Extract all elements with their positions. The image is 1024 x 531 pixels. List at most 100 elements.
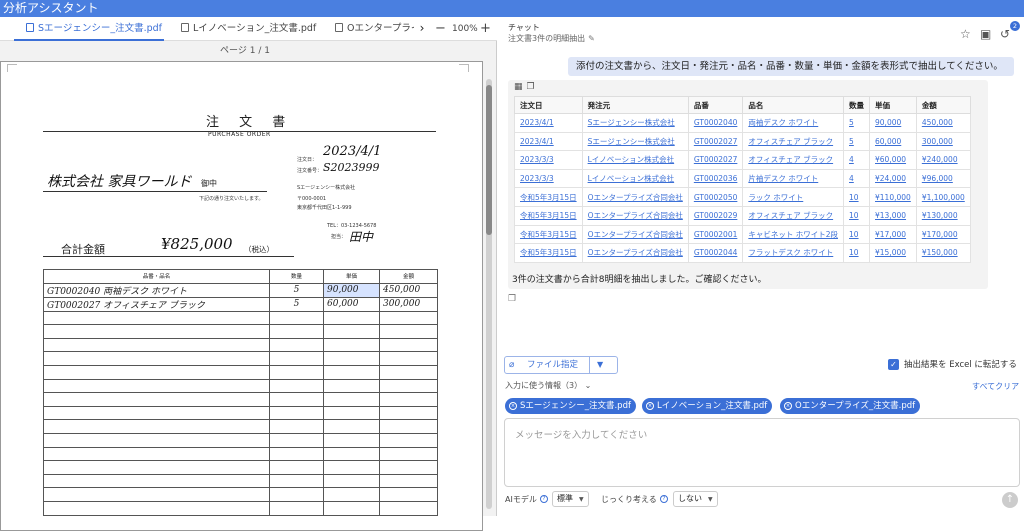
result-cell[interactable]: ¥13,000 xyxy=(869,205,917,226)
think-select[interactable]: しない ▼ xyxy=(673,491,718,507)
contact-label: 担当： xyxy=(331,234,347,240)
result-cell[interactable]: Oエンタープライズ合同会社 xyxy=(581,187,689,207)
excel-checkbox-label[interactable]: 抽出結果を Excel に転記する xyxy=(904,358,1017,370)
result-cell[interactable]: Oエンタープライズ合同会社 xyxy=(581,243,689,263)
result-cell[interactable]: オフィスチェア ブラック xyxy=(742,150,845,170)
result-cell[interactable]: キャビネット ホワイト2段 xyxy=(742,224,845,245)
result-cell[interactable]: 片袖デスク ホワイト xyxy=(742,168,845,189)
file-select-label: ファイル指定 xyxy=(527,360,579,370)
help-icon[interactable]: ? xyxy=(540,495,548,503)
result-cell[interactable]: GT0002036 xyxy=(687,168,744,189)
result-cell[interactable]: 10 xyxy=(843,187,871,207)
result-cell[interactable]: 300,000 xyxy=(915,131,971,152)
result-cell[interactable]: 2023/4/1 xyxy=(514,113,583,133)
result-cell[interactable]: 5 xyxy=(843,113,871,133)
input-info-toggle[interactable]: 入力に使う情報（3） ⌄ xyxy=(505,380,591,391)
message-input[interactable] xyxy=(505,419,1019,486)
chevron-right-icon[interactable]: › xyxy=(415,17,429,41)
clear-all-link[interactable]: すべてクリア xyxy=(972,381,1019,392)
file-chip[interactable]: × Lイノベーション_注文書.pdf xyxy=(642,398,773,414)
result-cell[interactable]: 令和5年3月15日 xyxy=(514,205,583,226)
result-cell[interactable]: 令和5年3月15日 xyxy=(514,224,583,245)
copy-icon[interactable]: ❐ xyxy=(508,294,516,304)
help-icon[interactable]: ? xyxy=(660,495,668,503)
zoom-out-button[interactable]: − xyxy=(435,17,446,40)
result-cell[interactable]: 4 xyxy=(843,150,871,170)
pencil-icon[interactable]: ✎ xyxy=(588,34,595,43)
result-cell[interactable]: 90,000 xyxy=(869,113,917,133)
result-row: 2023/4/1 Sエージェンシー株式会社 GT0002040 両袖デスク ホワイト 5… xyxy=(514,113,971,133)
result-cell[interactable]: GT0002027 xyxy=(687,150,744,170)
tab-l-innovation[interactable]: Lイノベーション_注文書.pdf xyxy=(176,17,326,41)
result-cell[interactable]: ¥130,000 xyxy=(915,205,971,226)
document-title: 注 文 書 xyxy=(206,115,294,130)
result-cell[interactable]: ラック ホワイト xyxy=(742,187,845,207)
result-cell[interactable]: Lイノベーション株式会社 xyxy=(581,150,689,170)
result-cell[interactable]: Lイノベーション株式会社 xyxy=(581,168,689,189)
file-chip[interactable]: × Sエージェンシー_注文書.pdf xyxy=(505,398,636,414)
result-cell[interactable]: 両袖デスク ホワイト xyxy=(742,113,845,133)
tab-o-enterprise[interactable]: Oエンタープライ xyxy=(330,17,414,41)
result-cell[interactable]: Sエージェンシー株式会社 xyxy=(581,131,689,152)
result-cell[interactable]: 10 xyxy=(843,243,871,263)
result-cell[interactable]: 10 xyxy=(843,224,871,245)
document-icon xyxy=(181,23,189,32)
issuer-name: Sエージェンシー株式会社 xyxy=(297,185,356,191)
result-cell[interactable]: ¥1,100,000 xyxy=(915,187,971,207)
result-cell[interactable]: GT0002050 xyxy=(687,187,744,207)
chevron-down-icon[interactable]: ▼ xyxy=(597,357,603,373)
ai-model-select[interactable]: 標準 ▼ xyxy=(552,491,589,507)
result-cell[interactable]: 60,000 xyxy=(869,131,917,152)
result-cell[interactable]: ¥96,000 xyxy=(915,168,971,189)
result-cell[interactable]: Oエンタープライズ合同会社 xyxy=(581,205,689,226)
excel-checkbox[interactable]: ✓ xyxy=(888,359,899,370)
file-chip[interactable]: × Oエンタープライズ_注文書.pdf xyxy=(780,398,921,414)
result-cell[interactable]: ¥60,000 xyxy=(869,150,917,170)
add-comment-icon[interactable]: ▣ xyxy=(980,27,991,41)
result-cell[interactable]: ¥240,000 xyxy=(915,150,971,170)
copy-icon[interactable]: ❐ xyxy=(527,82,535,92)
result-cell[interactable]: Sエージェンシー株式会社 xyxy=(581,113,689,133)
chat-pane: チャット 注文書3件の明細抽出 ✎ ☆ ▣ ↺ 2 添付の注文書から、注文日・発注… xyxy=(498,17,1024,516)
result-cell[interactable]: ¥110,000 xyxy=(869,187,917,207)
result-cell[interactable]: GT0002029 xyxy=(687,205,744,226)
result-cell[interactable]: フラットデスク ホワイト xyxy=(742,243,845,263)
result-cell[interactable]: ¥15,000 xyxy=(869,243,917,263)
table-row: GT0002040 両袖デスク ホワイト 5 90,000 450,000 xyxy=(43,282,438,298)
result-cell[interactable]: ¥150,000 xyxy=(915,243,971,263)
result-cell[interactable]: GT0002001 xyxy=(687,224,744,245)
result-cell[interactable]: オフィスチェア ブラック xyxy=(742,205,845,226)
tab-s-agency[interactable]: Sエージェンシー_注文書.pdf xyxy=(14,17,164,41)
cell-amount: 450,000 xyxy=(379,282,438,298)
file-select-button[interactable]: ⌀ ファイル指定 ▼ xyxy=(504,356,618,374)
pdf-scrollbar[interactable] xyxy=(486,79,492,509)
user-message: 添付の注文書から、注文日・発注元・品名・品番・数量・単価・金額を表形式で抽出して… xyxy=(568,57,1014,76)
result-cell[interactable]: ¥17,000 xyxy=(869,224,917,245)
send-button[interactable]: ↑ xyxy=(1002,492,1018,508)
result-cell[interactable]: 4 xyxy=(843,168,871,189)
result-cell[interactable]: GT0002027 xyxy=(687,131,744,152)
result-cell[interactable]: 令和5年3月15日 xyxy=(514,243,583,263)
result-cell[interactable]: 2023/4/1 xyxy=(514,131,583,152)
result-cell[interactable]: 10 xyxy=(843,205,871,226)
pdf-tab-bar: Sエージェンシー_注文書.pdf Lイノベーション_注文書.pdf Oエンタープ… xyxy=(0,17,497,41)
zoom-in-button[interactable]: + xyxy=(480,17,491,40)
tab-label: Sエージェンシー_注文書.pdf xyxy=(38,23,163,34)
result-cell[interactable]: 2023/3/3 xyxy=(514,168,583,189)
result-cell[interactable]: 5 xyxy=(843,131,871,152)
result-cell[interactable]: GT0002040 xyxy=(687,113,744,133)
result-cell[interactable]: オフィスチェア ブラック xyxy=(742,131,845,152)
ai-model-label: AIモデル xyxy=(505,495,537,504)
scrollbar-thumb[interactable] xyxy=(486,85,492,235)
result-cell[interactable]: ¥24,000 xyxy=(869,168,917,189)
star-icon[interactable]: ☆ xyxy=(960,27,971,41)
result-cell[interactable]: Oエンタープライズ合同会社 xyxy=(581,224,689,245)
result-cell[interactable]: 450,000 xyxy=(915,113,971,133)
history-icon[interactable]: ↺ xyxy=(1000,27,1010,41)
result-cell[interactable]: GT0002044 xyxy=(687,243,744,263)
result-cell[interactable]: ¥170,000 xyxy=(915,224,971,245)
result-cell[interactable]: 令和5年3月15日 xyxy=(514,187,583,207)
divider xyxy=(43,131,436,132)
result-cell[interactable]: 2023/3/3 xyxy=(514,150,583,170)
table-icon[interactable]: ▦ xyxy=(514,82,523,92)
